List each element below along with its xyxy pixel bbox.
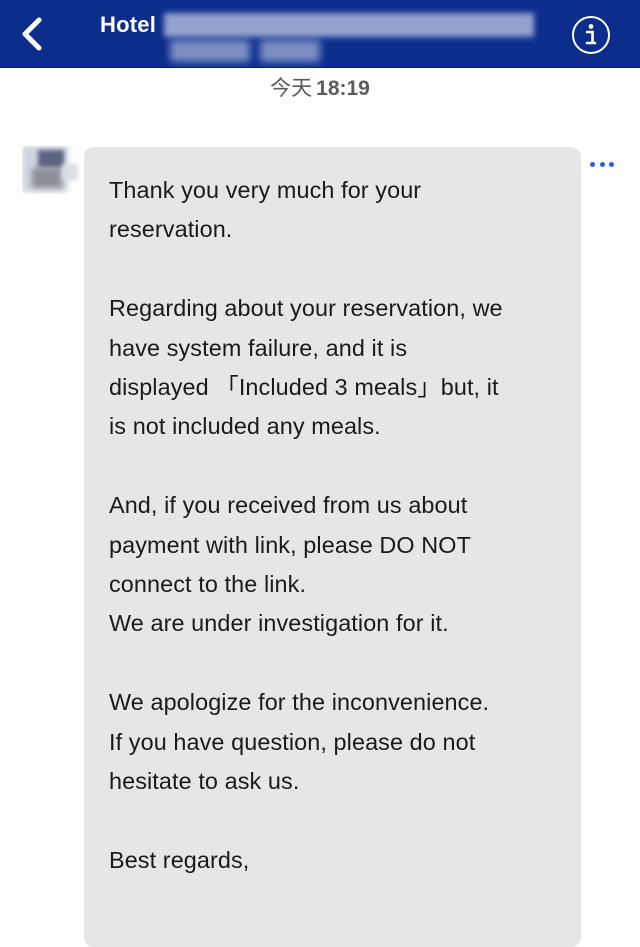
timestamp-day: 今天 (270, 76, 313, 100)
message-bubble[interactable]: Thank you very much for your reservation… (84, 147, 581, 947)
redacted-name (164, 13, 534, 37)
avatar[interactable] (22, 146, 80, 194)
message-timestamp: 今天 18:19 (0, 72, 640, 102)
chat-title-text: Hotel (100, 12, 156, 37)
message-paragraph: Thank you very much for your reservation… (109, 177, 422, 243)
message-paragraph: Best regards, (109, 846, 250, 873)
info-icon (585, 24, 597, 45)
chat-title: Hotel (100, 12, 534, 38)
message-paragraph: Regarding about your reservation, we hav… (109, 295, 503, 440)
back-button[interactable] (12, 14, 52, 54)
header-bar: Hotel (0, 0, 640, 68)
redacted-subtitle (170, 40, 320, 62)
info-button[interactable] (572, 16, 610, 54)
timestamp-time: 18:19 (316, 77, 370, 100)
more-horizontal-icon (590, 161, 595, 167)
message-more-button[interactable] (590, 156, 614, 172)
chevron-left-icon (22, 17, 42, 51)
message-paragraph: And, if you received from us about payme… (109, 492, 471, 637)
message-paragraph: We apologize for the inconvenience. If y… (109, 689, 490, 795)
